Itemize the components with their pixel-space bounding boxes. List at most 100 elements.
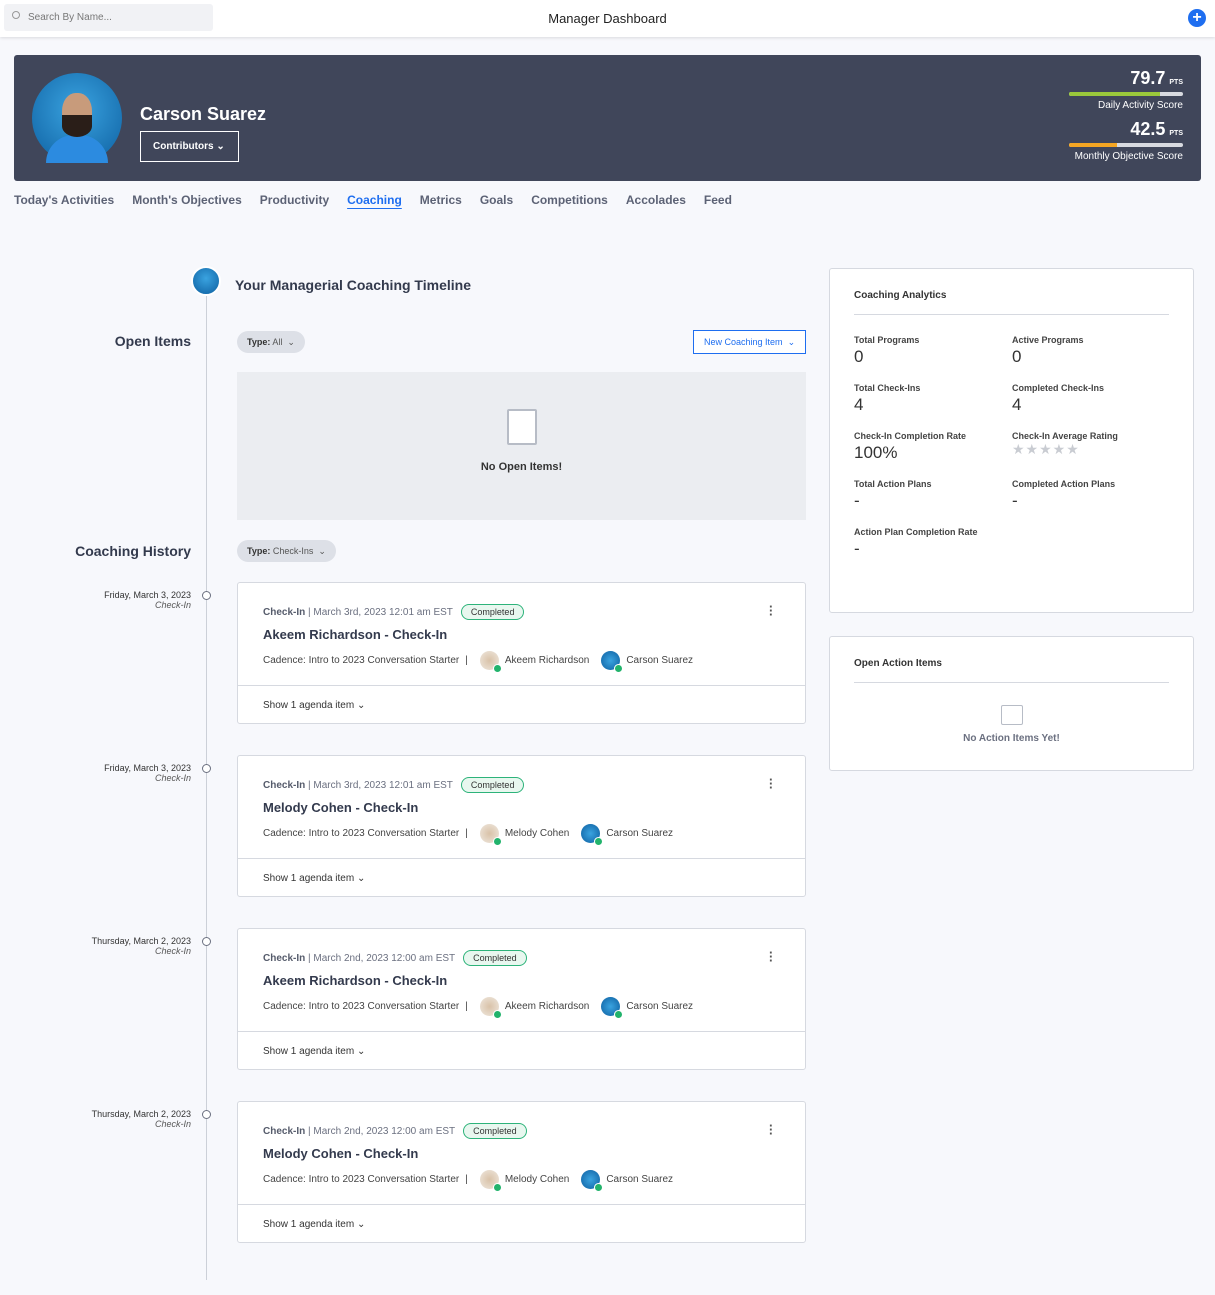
tab-coaching[interactable]: Coaching: [347, 193, 402, 207]
participant-avatar: [479, 824, 502, 846]
card-cadence: Cadence: Intro to 2023 Conversation Star…: [263, 651, 693, 673]
card-meta: Check-In | March 3rd, 2023 12:01 am EST C…: [263, 777, 525, 793]
tab-today-s-activities[interactable]: Today's Activities: [14, 193, 114, 207]
tab-productivity[interactable]: Productivity: [260, 193, 329, 207]
check-icon: [492, 837, 502, 846]
chevron-down-icon: ⌄: [354, 1219, 366, 1230]
tab-bar: Today's Activities Month's Objectives Prod…: [14, 193, 732, 207]
stat-label: Completed Action Plans: [1012, 479, 1116, 489]
timeline-dot: [202, 937, 211, 946]
card-meta: Check-In | March 3rd, 2023 12:01 am EST C…: [263, 604, 525, 620]
timeline-line: [206, 295, 207, 1280]
card-title[interactable]: Akeem Richardson - Check-In: [263, 973, 447, 988]
date-text: Thursday, March 2, 2023: [91, 1109, 191, 1119]
show-agenda-toggle[interactable]: Show 1 agenda item ⌄: [238, 685, 805, 725]
status-badge: Completed: [463, 1123, 527, 1139]
coaching-history-card: Check-In | March 3rd, 2023 12:01 am EST C…: [237, 755, 806, 897]
card-title[interactable]: Melody Cohen - Check-In: [263, 800, 418, 815]
cadence-text: Cadence: Intro to 2023 Conversation Star…: [263, 1174, 460, 1185]
card-type: Check-In: [263, 1126, 306, 1137]
status-badge: Completed: [460, 604, 525, 620]
more-options-icon[interactable]: · · ·: [769, 1119, 773, 1140]
tab-metrics[interactable]: Metrics: [420, 193, 462, 207]
separator: |: [465, 1001, 468, 1012]
top-bar: Search By Name... Manager Dashboard +: [0, 0, 1215, 37]
chevron-down-icon: ⌄: [354, 700, 366, 711]
stat-label: Action Plan Completion Rate: [854, 527, 978, 537]
participant-avatar: [479, 997, 502, 1019]
tab-feed[interactable]: Feed: [704, 193, 732, 207]
check-icon: [492, 664, 502, 673]
stat-value: -: [854, 539, 860, 558]
check-icon: [614, 664, 624, 673]
tab-competitions[interactable]: Competitions: [531, 193, 608, 207]
stat-check-in-completion-rate: Check-In Completion Rate 100%: [854, 431, 1012, 463]
history-date: Thursday, March 2, 2023 Check-In: [11, 936, 191, 956]
contributors-dropdown[interactable]: Contributors ⌄: [140, 131, 239, 162]
show-agenda-toggle[interactable]: Show 1 agenda item ⌄: [238, 1031, 805, 1071]
check-icon: [594, 837, 604, 846]
participant-name: Melody Cohen: [504, 1174, 570, 1185]
profile-name: Carson Suarez: [140, 104, 267, 124]
participant-avatar: [581, 824, 604, 846]
tab-goals[interactable]: Goals: [480, 193, 513, 207]
entry-kind: Check-In: [154, 600, 191, 610]
coaching-history-heading: Coaching History: [75, 543, 191, 559]
timeline-title: Your Managerial Coaching Timeline: [235, 277, 471, 293]
history-date: Friday, March 3, 2023 Check-In: [11, 590, 191, 610]
open-items-heading: Open Items: [114, 333, 191, 349]
stat-completed-action-plans: Completed Action Plans -: [1012, 479, 1170, 511]
document-icon: [506, 409, 537, 445]
stat-value: 100%: [854, 443, 898, 462]
stat-label: Active Programs: [1012, 335, 1084, 345]
check-icon: [594, 1183, 604, 1192]
tab-month-s-objectives[interactable]: Month's Objectives: [132, 193, 242, 207]
separator: |: [465, 828, 468, 839]
stat-active-programs: Active Programs 0: [1012, 335, 1170, 367]
chevron-down-icon: ⌄: [787, 337, 796, 347]
card-meta: Check-In | March 2nd, 2023 12:00 am EST C…: [263, 950, 527, 966]
chevron-down-icon: ⌄: [318, 546, 326, 556]
tab-accolades[interactable]: Accolades: [626, 193, 686, 207]
date-text: Friday, March 3, 2023: [104, 590, 191, 600]
empty-text: No Action Items Yet!: [963, 733, 1060, 744]
plus-circle-icon[interactable]: +: [1188, 9, 1206, 27]
timeline-dot: [202, 764, 211, 773]
entry-kind: Check-In: [154, 773, 191, 783]
stat-value: 4: [1012, 395, 1022, 414]
stat-completed-check-ins: Completed Check-Ins 4: [1012, 383, 1170, 415]
stat-value: 0: [1012, 347, 1022, 366]
panel-title: Open Action Items: [854, 637, 1169, 683]
stat-label: Check-In Completion Rate: [854, 431, 967, 441]
participant-name: Carson Suarez: [606, 828, 674, 839]
chevron-down-icon: ⌄: [354, 873, 366, 884]
coaching-history-card: Check-In | March 2nd, 2023 12:00 am EST C…: [237, 928, 806, 1070]
stat-label: Total Action Plans: [854, 479, 932, 489]
chevron-down-icon: ⌄: [287, 337, 295, 347]
stat-total-check-ins: Total Check-Ins 4: [854, 383, 1012, 415]
show-agenda-toggle[interactable]: Show 1 agenda item ⌄: [238, 1204, 805, 1244]
history-type-filter[interactable]: Type: Check-Ins ⌄: [237, 540, 336, 562]
participant-avatar: [479, 651, 502, 673]
show-agenda-toggle[interactable]: Show 1 agenda item ⌄: [238, 858, 805, 898]
stat-action-plan-completion-rate: Action Plan Completion Rate -: [854, 527, 1012, 559]
open-type-filter[interactable]: Type: All ⌄: [237, 331, 305, 353]
agenda-text: Show 1 agenda item: [263, 1219, 355, 1230]
card-title[interactable]: Melody Cohen - Check-In: [263, 1146, 418, 1161]
more-options-icon[interactable]: · · ·: [769, 773, 773, 794]
more-options-icon[interactable]: · · ·: [769, 600, 773, 621]
cadence-text: Cadence: Intro to 2023 Conversation Star…: [263, 1001, 460, 1012]
card-title[interactable]: Akeem Richardson - Check-In: [263, 627, 447, 642]
more-options-icon[interactable]: · · ·: [769, 946, 773, 967]
card-meta: Check-In | March 2nd, 2023 12:00 am EST C…: [263, 1123, 527, 1139]
stat-total-action-plans: Total Action Plans -: [854, 479, 1012, 511]
agenda-text: Show 1 agenda item: [263, 1046, 355, 1057]
stat-label: Total Check-Ins: [854, 383, 921, 393]
new-coaching-item-button[interactable]: New Coaching Item ⌄: [693, 330, 806, 354]
avatar: [32, 73, 122, 163]
page-title: Manager Dashboard: [548, 11, 667, 26]
separator: |: [465, 1174, 468, 1185]
agenda-text: Show 1 agenda item: [263, 873, 355, 884]
stat-value: 4: [854, 395, 864, 414]
history-date: Thursday, March 2, 2023 Check-In: [11, 1109, 191, 1129]
